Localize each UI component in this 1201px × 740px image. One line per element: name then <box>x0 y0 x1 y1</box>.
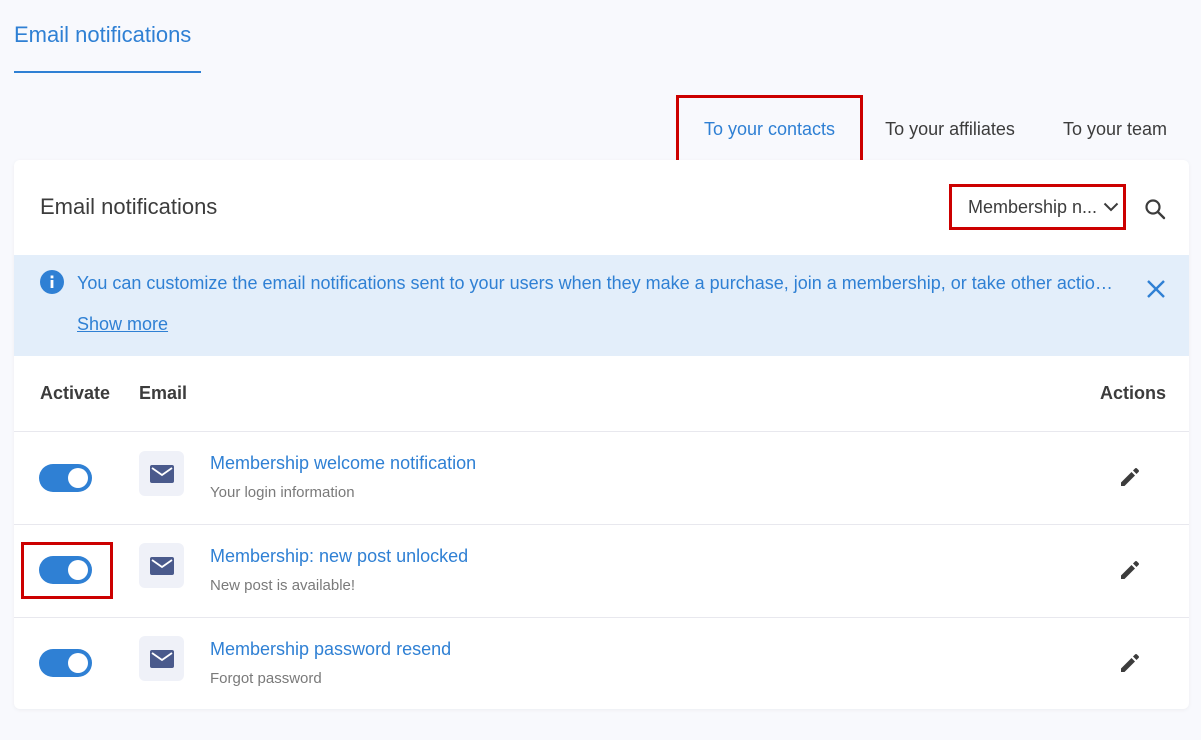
toggle-knob <box>68 653 88 673</box>
info-banner: You can customize the email notification… <box>14 255 1189 356</box>
edit-icon[interactable] <box>1118 558 1142 582</box>
page-tab-email-notifications[interactable]: Email notifications <box>14 22 191 48</box>
toggle-knob <box>68 468 88 488</box>
search-icon[interactable] <box>1142 196 1168 222</box>
table-row: Membership password resend Forgot passwo… <box>14 618 1189 709</box>
header-email: Email <box>139 383 188 403</box>
edit-icon[interactable] <box>1118 465 1142 489</box>
tab-to-your-affiliates[interactable]: To your affiliates <box>860 98 1040 160</box>
email-subject: New post is available! <box>210 577 356 594</box>
mail-icon <box>139 636 184 681</box>
membership-filter-dropdown[interactable]: Membership n... <box>949 184 1126 230</box>
activate-toggle[interactable] <box>39 649 92 677</box>
email-notifications-page: Email notifications To your contacts To … <box>0 0 1201 740</box>
email-name-link[interactable]: Membership welcome notification <box>210 453 476 474</box>
chevron-down-icon <box>1103 202 1119 212</box>
email-name-link[interactable]: Membership: new post unlocked <box>210 546 468 567</box>
toggle-knob <box>68 560 88 580</box>
tab-to-your-contacts[interactable]: To your contacts <box>676 95 863 163</box>
activate-toggle[interactable] <box>39 464 92 492</box>
email-subject: Forgot password <box>210 670 322 687</box>
mail-icon <box>139 543 184 588</box>
mail-icon <box>139 451 184 496</box>
email-notifications-card: Email notifications Membership n... You <box>14 160 1189 709</box>
page-tab-underline <box>14 71 201 73</box>
card-title: Email notifications <box>40 194 218 219</box>
info-icon <box>40 270 64 294</box>
email-subject: Your login information <box>210 484 355 501</box>
header-activate: Activate <box>40 383 111 403</box>
tab-to-your-team[interactable]: To your team <box>1040 98 1190 160</box>
email-name-link[interactable]: Membership password resend <box>210 639 451 660</box>
close-icon[interactable] <box>1144 277 1168 301</box>
filter-selected-value: Membership n... <box>968 196 1098 217</box>
table-row: Membership welcome notification Your log… <box>14 432 1189 525</box>
header-actions: Actions <box>1100 383 1167 403</box>
activate-toggle[interactable] <box>39 556 92 584</box>
show-more-link[interactable]: Show more <box>77 314 168 335</box>
info-banner-text: You can customize the email notification… <box>77 273 1119 293</box>
table-row: Membership: new post unlocked New post i… <box>14 525 1189 618</box>
edit-icon[interactable] <box>1118 651 1142 675</box>
